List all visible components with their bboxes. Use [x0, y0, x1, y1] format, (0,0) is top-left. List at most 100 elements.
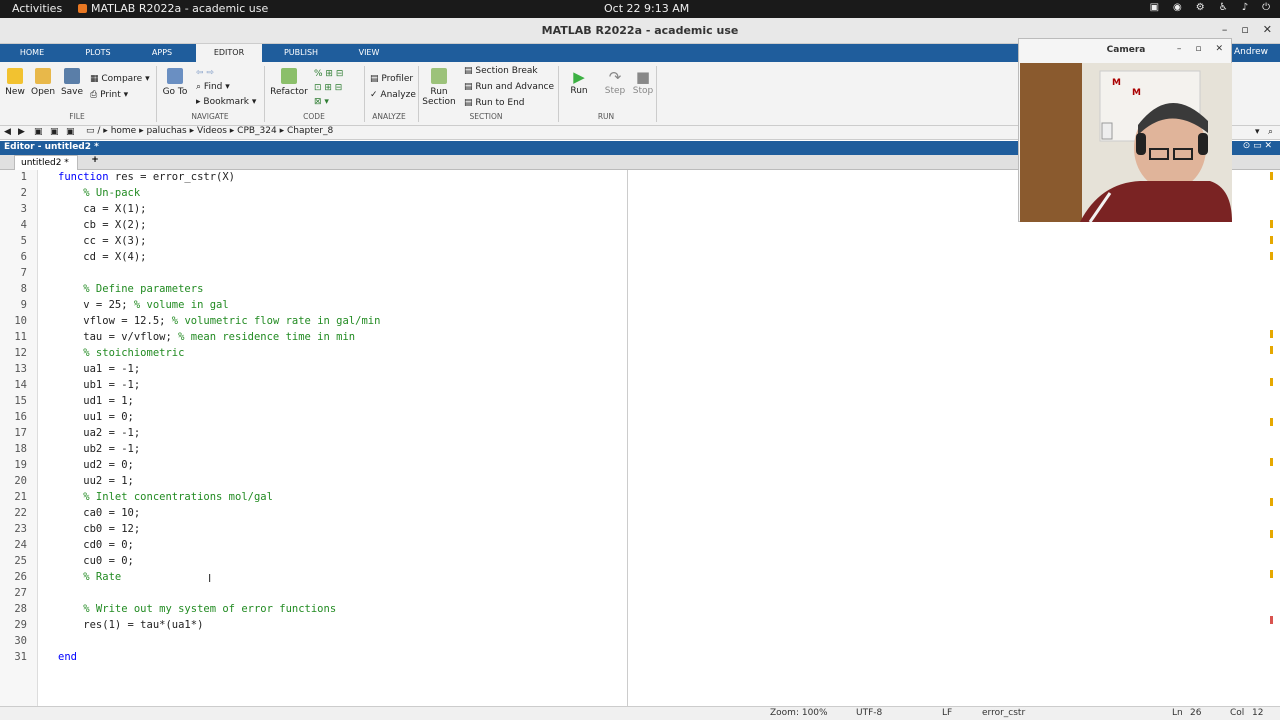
open-button[interactable]: Open: [31, 68, 55, 97]
tab-view[interactable]: VIEW: [340, 44, 398, 62]
code-line[interactable]: % Rate: [58, 571, 128, 583]
zoom-icon[interactable]: ◉: [1173, 2, 1182, 13]
app-menu[interactable]: MATLAB R2022a - academic use: [78, 2, 268, 15]
bookmark-button[interactable]: ▸ Bookmark ▾: [196, 97, 256, 107]
warning-marker[interactable]: [1270, 570, 1273, 578]
code-line[interactable]: % Inlet concentrations mol/gal: [58, 491, 273, 503]
accessibility-icon[interactable]: ♿: [1219, 2, 1228, 13]
run-to-end-button[interactable]: ▤ Run to End: [464, 98, 525, 108]
power-icon[interactable]: ⏻: [1262, 2, 1270, 13]
code-line[interactable]: cb = X(2);: [58, 219, 146, 231]
code-line[interactable]: uu2 = 1;: [58, 475, 134, 487]
code-line[interactable]: cu0 = 0;: [58, 555, 134, 567]
warning-marker[interactable]: [1270, 220, 1273, 228]
warning-marker[interactable]: [1270, 172, 1273, 180]
code-line[interactable]: vflow = 12.5; % volumetric flow rate in …: [58, 315, 380, 327]
breadcrumb-item[interactable]: Chapter_8: [287, 126, 333, 136]
code-line[interactable]: % Write out my system of error functions: [58, 603, 336, 615]
network-icon[interactable]: ▣: [1150, 2, 1159, 13]
warning-marker[interactable]: [1270, 330, 1273, 338]
code-line[interactable]: tau = v/vflow; % mean residence time in …: [58, 331, 355, 343]
code-line[interactable]: % Un-pack: [58, 187, 140, 199]
code-line[interactable]: end: [58, 651, 77, 663]
warning-marker[interactable]: [1270, 252, 1273, 260]
code-line[interactable]: uu1 = 0;: [58, 411, 134, 423]
code-line[interactable]: ud1 = 1;: [58, 395, 134, 407]
tab-home[interactable]: HOME: [8, 44, 56, 62]
code-line[interactable]: ua2 = -1;: [58, 427, 140, 439]
close-icon[interactable]: ✕: [1215, 44, 1223, 54]
minimize-icon[interactable]: –: [1222, 23, 1228, 36]
code-line[interactable]: ca = X(1);: [58, 203, 146, 215]
browse-folder-icon[interactable]: ▣: [50, 127, 59, 137]
code-line[interactable]: res(1) = tau*(ua1*): [58, 619, 203, 631]
user-account[interactable]: Andrew: [1234, 47, 1268, 57]
step-button[interactable]: ↷ Step: [604, 68, 626, 96]
print-button[interactable]: ⎙ Print ▾: [90, 90, 128, 100]
editor-window-controls[interactable]: ⊙ ▭ ✕: [1243, 141, 1272, 151]
section-break-button[interactable]: ▤ Section Break: [464, 66, 538, 76]
code-line[interactable]: v = 25; % volume in gal: [58, 299, 228, 311]
warning-marker[interactable]: [1270, 378, 1273, 386]
code-line[interactable]: ud2 = 0;: [58, 459, 134, 471]
breadcrumb-item[interactable]: paluchas: [146, 126, 186, 136]
run-section-button[interactable]: Run Section: [422, 68, 456, 107]
warning-marker[interactable]: [1270, 346, 1273, 354]
code-line[interactable]: ua1 = -1;: [58, 363, 140, 375]
code-line[interactable]: ub1 = -1;: [58, 379, 140, 391]
volume-icon[interactable]: ♪: [1242, 2, 1248, 13]
error-marker[interactable]: [1270, 616, 1273, 624]
warning-marker[interactable]: [1270, 530, 1273, 538]
tab-plots[interactable]: PLOTS: [72, 44, 124, 62]
code-line[interactable]: function res = error_cstr(X): [58, 171, 235, 183]
breadcrumb-item[interactable]: /: [97, 126, 100, 136]
warning-marker[interactable]: [1270, 236, 1273, 244]
stop-button[interactable]: ■ Stop: [632, 68, 654, 96]
compare-button[interactable]: ▦ Compare ▾: [90, 74, 150, 84]
breadcrumb-item[interactable]: home: [111, 126, 137, 136]
refactor-button[interactable]: Refactor: [270, 68, 308, 97]
code-line[interactable]: cb0 = 12;: [58, 523, 140, 535]
warning-marker[interactable]: [1270, 418, 1273, 426]
profiler-button[interactable]: ▤ Profiler: [370, 74, 413, 84]
tab-untitled2[interactable]: untitled2 *: [14, 155, 78, 170]
go-to-button[interactable]: Go To: [162, 68, 188, 97]
maximize-icon[interactable]: ▫: [1195, 44, 1201, 54]
search-icon[interactable]: ⌕: [1268, 127, 1273, 137]
close-icon[interactable]: ✕: [1263, 23, 1272, 36]
breadcrumb-item[interactable]: CPB_324: [237, 126, 277, 136]
code-line[interactable]: % Define parameters: [58, 283, 203, 295]
warning-marker[interactable]: [1270, 458, 1273, 466]
maximize-icon[interactable]: ▫: [1241, 23, 1248, 36]
code-line[interactable]: cd0 = 0;: [58, 539, 134, 551]
analyze-button[interactable]: ✓ Analyze: [370, 90, 416, 100]
code-line[interactable]: cc = X(3);: [58, 235, 146, 247]
settings-icon[interactable]: ⚙: [1196, 2, 1205, 13]
folder-up-icon[interactable]: ▣: [34, 127, 43, 137]
save-button[interactable]: Save: [60, 68, 84, 97]
new-button[interactable]: New: [5, 68, 25, 97]
browse-icon[interactable]: ▣: [66, 127, 75, 137]
run-button[interactable]: ▶ Run: [568, 68, 590, 96]
warning-marker[interactable]: [1270, 498, 1273, 506]
code-tools[interactable]: % ⊞ ⊟ ⊡ ⊞ ⊟ ⊠ ▾: [314, 67, 343, 109]
run-and-advance-button[interactable]: ▤ Run and Advance: [464, 82, 554, 92]
nav-forward-icon[interactable]: ▶: [18, 127, 25, 137]
clock[interactable]: Oct 22 9:13 AM: [604, 2, 689, 15]
activities-button[interactable]: Activities: [12, 2, 62, 15]
code-line[interactable]: % stoichiometric: [58, 347, 184, 359]
code-line[interactable]: cd = X(4);: [58, 251, 146, 263]
back-forward-arrows[interactable]: ⇦ ⇨: [196, 68, 214, 78]
add-tab-button[interactable]: +: [86, 155, 104, 165]
tab-editor[interactable]: EDITOR: [196, 44, 262, 62]
chevron-down-icon[interactable]: ▾: [1255, 127, 1260, 137]
breadcrumb-item[interactable]: Videos: [197, 126, 227, 136]
find-button[interactable]: ⌕ Find ▾: [196, 82, 230, 92]
minimize-icon[interactable]: –: [1177, 44, 1182, 54]
code-line[interactable]: ub2 = -1;: [58, 443, 140, 455]
code-line[interactable]: ca0 = 10;: [58, 507, 140, 519]
tab-publish[interactable]: PUBLISH: [270, 44, 332, 62]
nav-back-icon[interactable]: ◀: [4, 127, 11, 137]
code-editor[interactable]: 1 function res = error_cstr(X) 2 % Un-pack…: [0, 170, 1280, 706]
tab-apps[interactable]: APPS: [138, 44, 186, 62]
